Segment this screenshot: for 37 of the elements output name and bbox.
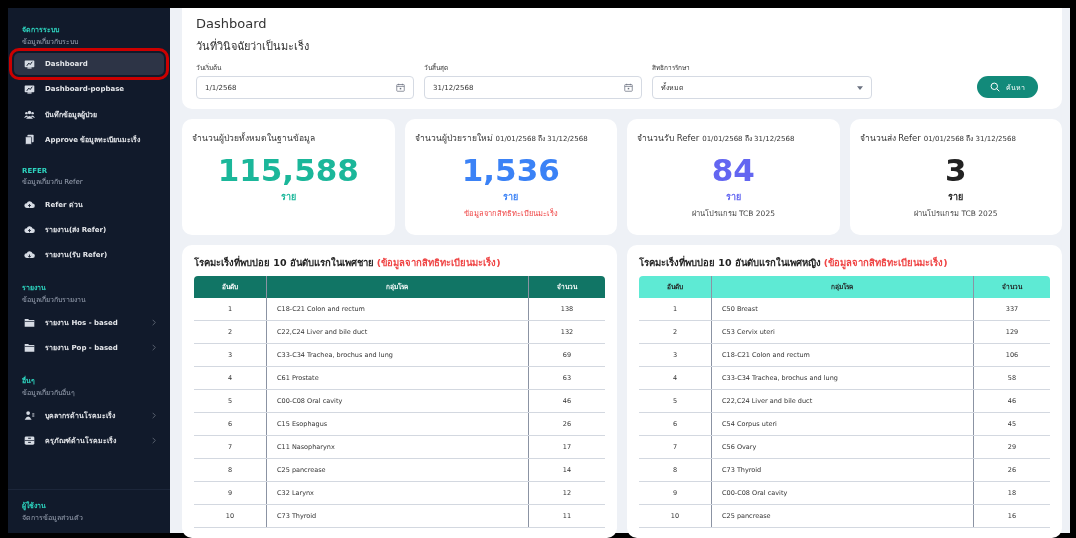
chevron-icon [152, 411, 156, 419]
stat-unit: ราย [725, 191, 741, 205]
stat-title: จำนวนผู้ป่วยรายใหม่ [414, 132, 493, 145]
calendar-icon [396, 83, 405, 92]
stat-value: 3 [944, 153, 967, 188]
stat-title: จำนวนส่ง Refer [859, 132, 921, 145]
table-title: โรคมะเร็งที่พบบ่อย 10 อันดับแรกในเพศหญิง [639, 255, 821, 270]
cloud-icon [24, 198, 35, 210]
cloud-icon [24, 223, 35, 235]
table-source: (ข้อมูลจากสิทธิทะเบียนมะเร็ง) [376, 255, 501, 270]
folder-icon [24, 316, 35, 328]
chevron-icon [152, 436, 156, 444]
stat-value: 84 [711, 153, 755, 188]
chart-icon [24, 83, 35, 95]
calendar-icon [624, 83, 633, 92]
chevron-icon [152, 343, 156, 351]
stat-value: 1,536 [461, 153, 560, 188]
folder-icon [24, 341, 35, 353]
caret-icon [857, 85, 863, 90]
stat-unit: ราย [280, 191, 296, 205]
people-icon [24, 409, 35, 421]
table-title: โรคมะเร็งที่พบบ่อย 10 อันดับแรกในเพศชาย [194, 255, 374, 270]
chevron-icon [152, 318, 156, 326]
copy-icon [24, 133, 35, 145]
users-icon [24, 108, 35, 120]
search-icon [990, 82, 1000, 92]
chart-icon [24, 58, 35, 70]
cloud-icon [24, 248, 35, 260]
cabinet-icon [24, 434, 35, 446]
filter-heading: วันที่วินิจฉัยว่าเป็นมะเร็ง [196, 37, 310, 55]
page-title: Dashboard [196, 16, 268, 31]
stat-unit: ราย [948, 191, 964, 205]
stat-title: จำนวนรับ Refer [637, 132, 700, 145]
stat-title: จำนวนผู้ป่วยทั้งหมดในฐานข้อมูล [192, 131, 315, 145]
table-source: (ข้อมูลจากสิทธิทะเบียนมะเร็ง) [823, 255, 948, 270]
stat-unit: ราย [503, 191, 519, 205]
stat-value: 115,588 [217, 153, 359, 188]
